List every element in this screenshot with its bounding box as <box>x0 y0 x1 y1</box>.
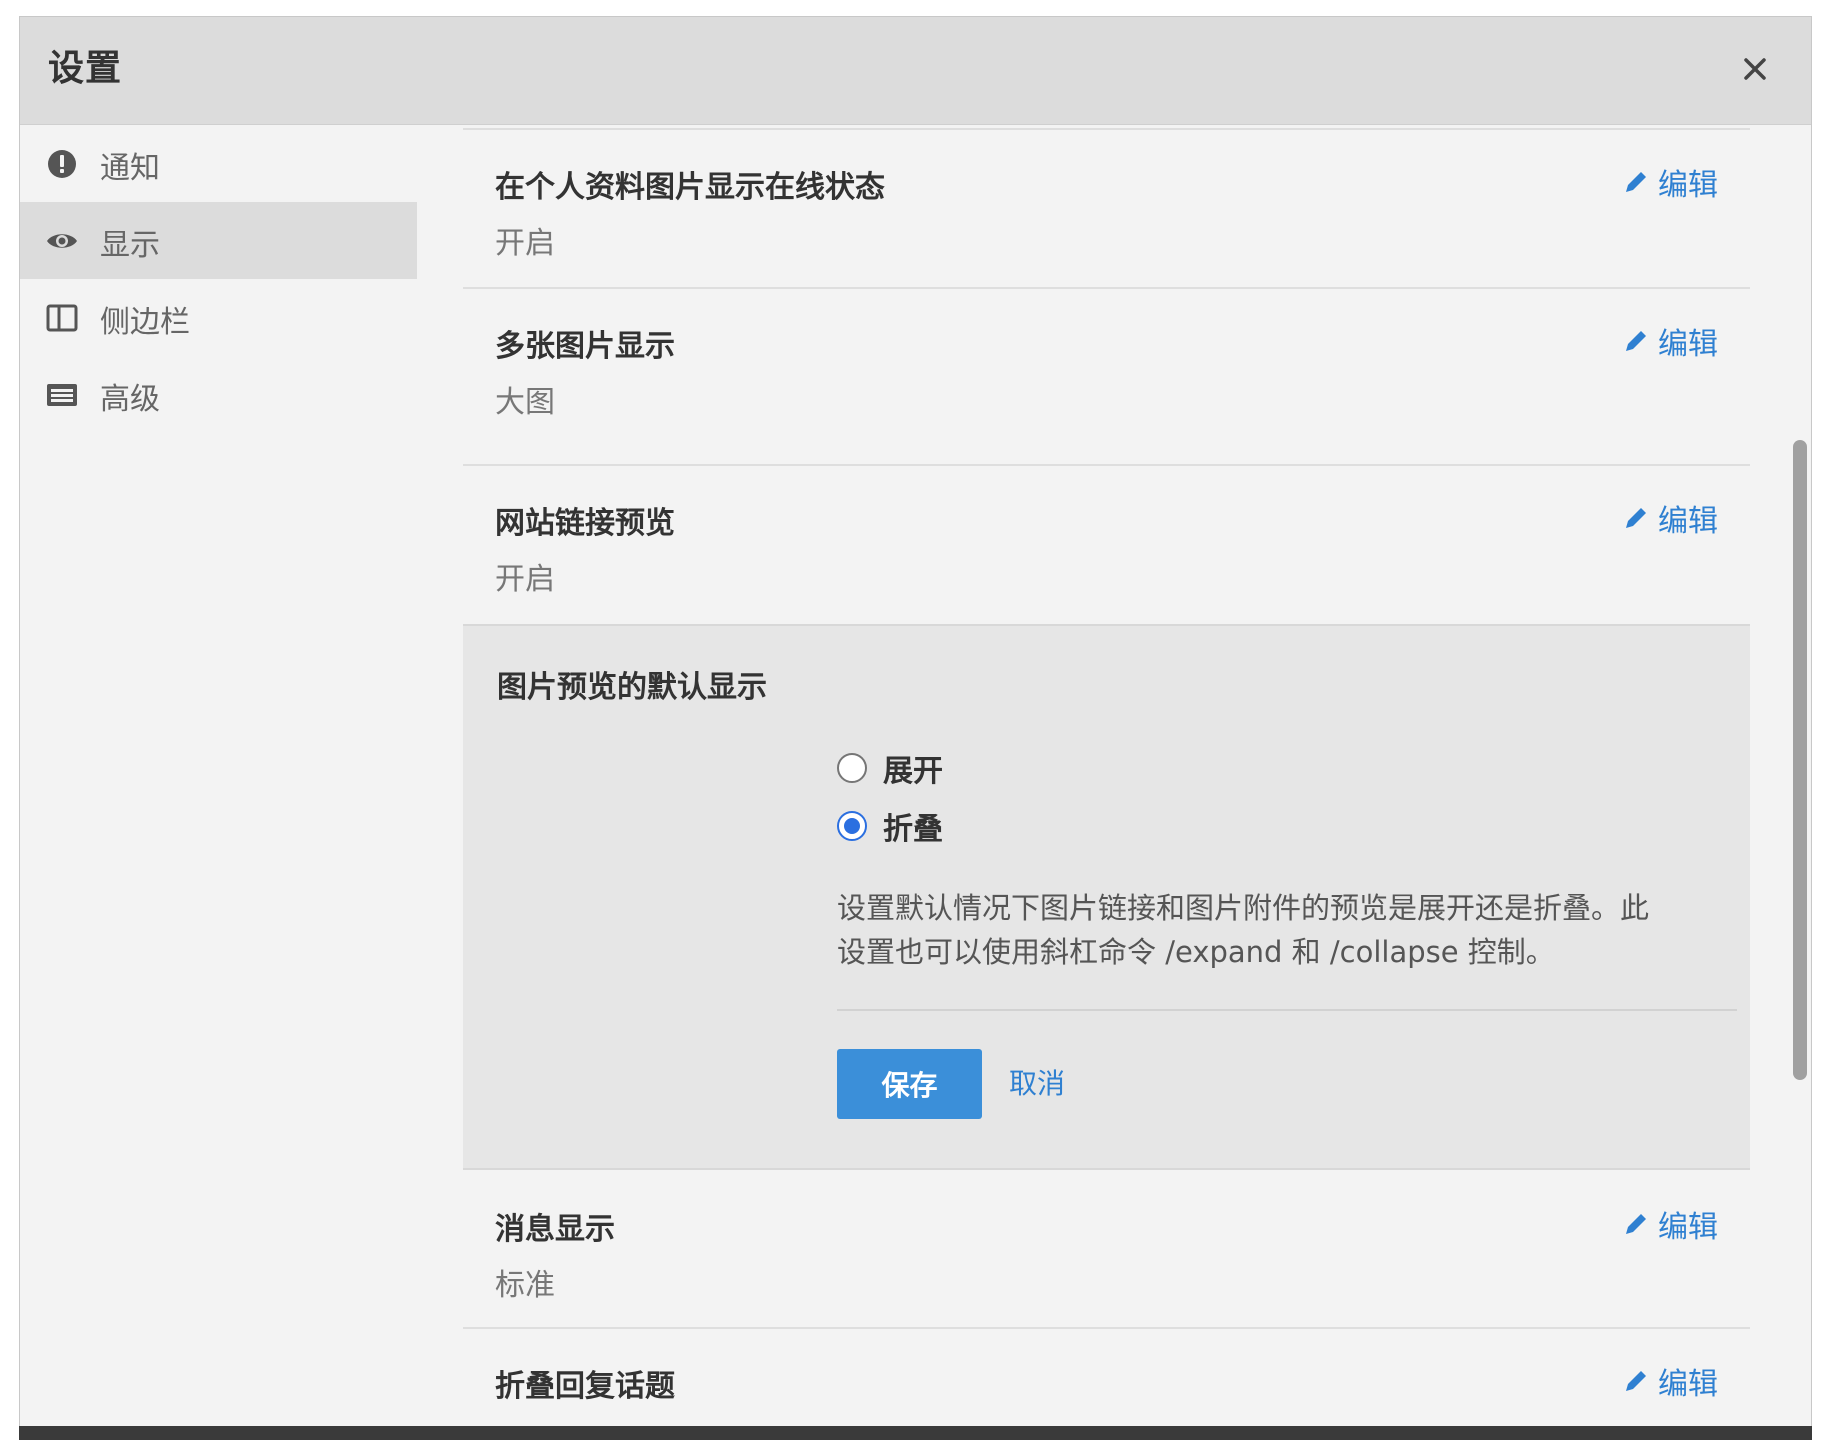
setting-message-display: 消息显示 标准 编辑 <box>463 1170 1750 1329</box>
setting-title: 消息显示 <box>495 1212 615 1247</box>
pencil-icon <box>1626 1214 1646 1234</box>
setting-title: 多张图片显示 <box>495 329 675 364</box>
edit-button[interactable]: 编辑 <box>1622 1204 1718 1245</box>
setting-multiple-images: 多张图片显示 大图 编辑 <box>463 287 1750 446</box>
sidebar-item-display[interactable]: 显示 <box>20 202 417 279</box>
setting-value: 开启 <box>495 562 555 597</box>
panel-title: 图片预览的默认显示 <box>497 670 767 705</box>
image-preview-setting-panel: 图片预览的默认显示 展开 折叠 设置默认情况下图片链接和图片附件的预览是展开还是… <box>463 624 1750 1170</box>
scrollbar[interactable] <box>1789 125 1811 1439</box>
sidebar-item-label: 显示 <box>100 228 160 263</box>
sidebar-icon <box>46 304 78 332</box>
edit-button[interactable]: 编辑 <box>1622 321 1718 362</box>
advanced-icon <box>47 384 77 406</box>
pencil-icon <box>1626 172 1646 192</box>
edit-button[interactable]: 编辑 <box>1622 498 1718 539</box>
edit-button[interactable]: 编辑 <box>1622 1361 1718 1402</box>
setting-link-preview: 网站链接预览 开启 编辑 <box>463 464 1750 623</box>
close-button[interactable] <box>1731 45 1779 93</box>
radio-button[interactable] <box>837 811 867 841</box>
sidebar-item-label: 高级 <box>100 382 160 417</box>
edit-label: 编辑 <box>1658 1210 1718 1245</box>
settings-modal: 设置 通知 显示 侧边栏 高级 在个人资料图片显示在线状态 开启 编辑 多张图片… <box>19 16 1812 1440</box>
divider <box>837 1009 1737 1011</box>
edit-label: 编辑 <box>1658 504 1718 539</box>
radio-label: 折叠 <box>883 812 943 847</box>
close-icon <box>1744 58 1766 80</box>
setting-title: 在个人资料图片显示在线状态 <box>495 170 885 205</box>
scrollbar-thumb[interactable] <box>1793 440 1807 1080</box>
sidebar-item-notifications[interactable]: 通知 <box>20 125 417 202</box>
setting-title: 折叠回复话题 <box>495 1369 675 1404</box>
edit-button[interactable]: 编辑 <box>1622 162 1718 203</box>
sidebar-item-label: 通知 <box>100 151 160 186</box>
setting-collapse-reply-threads: 折叠回复话题 关闭 编辑 <box>463 1327 1750 1439</box>
modal-header: 设置 <box>20 17 1811 125</box>
pencil-icon <box>1626 508 1646 528</box>
setting-online-status: 在个人资料图片显示在线状态 开启 编辑 <box>463 128 1750 287</box>
help-text-line: 设置默认情况下图片链接和图片附件的预览是展开还是折叠。此 <box>837 891 1650 925</box>
radio-option-expand[interactable]: 展开 <box>837 748 943 789</box>
setting-value: 大图 <box>495 385 555 420</box>
save-button[interactable]: 保存 <box>837 1049 982 1119</box>
alert-icon <box>48 150 76 178</box>
help-text-line: 设置也可以使用斜杠命令 /expand 和 /collapse 控制。 <box>837 935 1555 969</box>
edit-label: 编辑 <box>1658 327 1718 362</box>
edit-label: 编辑 <box>1658 168 1718 203</box>
bottom-edge <box>19 1426 1812 1440</box>
radio-button[interactable] <box>837 753 867 783</box>
settings-content: 在个人资料图片显示在线状态 开启 编辑 多张图片显示 大图 编辑 网站链接预览 … <box>463 125 1750 1439</box>
pencil-icon <box>1626 1371 1646 1391</box>
setting-value: 标准 <box>495 1268 555 1303</box>
sidebar-item-label: 侧边栏 <box>100 305 190 340</box>
radio-label: 展开 <box>883 754 943 789</box>
setting-title: 网站链接预览 <box>495 506 675 541</box>
cancel-button[interactable]: 取消 <box>1009 1062 1065 1102</box>
eye-icon <box>47 234 77 248</box>
settings-sidebar: 通知 显示 侧边栏 高级 <box>20 125 417 1439</box>
help-text: 设置默认情况下图片链接和图片附件的预览是展开还是折叠。此 设置也可以使用斜杠命令… <box>837 886 1737 974</box>
edit-label: 编辑 <box>1658 1367 1718 1402</box>
sidebar-item-advanced[interactable]: 高级 <box>20 356 417 433</box>
sidebar-item-sidebar[interactable]: 侧边栏 <box>20 279 417 356</box>
modal-title: 设置 <box>48 48 123 89</box>
setting-value: 开启 <box>495 226 555 261</box>
pencil-icon <box>1626 331 1646 351</box>
radio-option-collapse[interactable]: 折叠 <box>837 806 943 847</box>
